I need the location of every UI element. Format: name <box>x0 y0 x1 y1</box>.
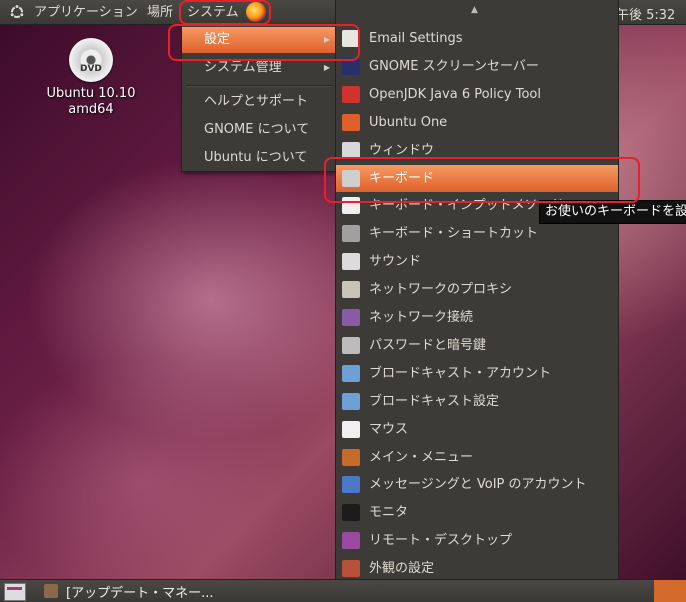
dvd-label-line2: amd64 <box>68 102 114 117</box>
settings-item-label: GNOME スクリーンセーバー <box>369 59 539 74</box>
system-menu-item-about-gnome[interactable]: GNOME について <box>182 117 336 143</box>
settings-item-monitor[interactable]: モニタ <box>336 499 618 526</box>
workspace-switcher[interactable] <box>654 580 686 602</box>
appearance-icon <box>342 560 360 577</box>
settings-item-email-settings[interactable]: Email Settings <box>336 25 618 52</box>
system-menu-item-label: Ubuntu について <box>204 150 308 165</box>
bottom-panel: [アップデート・マネー... <box>0 579 686 602</box>
keyboard-shortcut-icon <box>342 225 360 242</box>
ubuntu-one-icon <box>342 114 360 131</box>
monitor-icon <box>342 504 360 521</box>
settings-item-network-proxy[interactable]: ネットワークのプロキシ <box>336 276 618 303</box>
settings-item-java[interactable]: OpenJDK Java 6 Policy Tool <box>336 81 618 108</box>
messaging-voip-icon <box>342 476 360 493</box>
menu-separator <box>186 85 332 87</box>
network-proxy-icon <box>342 281 360 298</box>
settings-item-label: ブロードキャスト・アカウント <box>369 366 552 381</box>
ubuntu-logo-icon[interactable] <box>9 4 25 20</box>
broadcast-settings-icon <box>342 393 360 410</box>
sound-icon <box>342 253 360 270</box>
highlight-system-menu <box>179 0 271 25</box>
highlight-settings-item <box>168 24 360 61</box>
mouse-icon <box>342 421 360 438</box>
settings-item-label: サウンド <box>369 254 422 269</box>
dvd-label-line1: Ubuntu 10.10 <box>46 86 136 101</box>
broadcast-account-icon <box>342 365 360 382</box>
remote-desktop-icon <box>342 532 360 549</box>
settings-item-label: リモート・デスクトップ <box>369 533 513 548</box>
clock[interactable]: 午後 5:32 <box>616 4 675 23</box>
settings-item-label: モニタ <box>369 505 409 520</box>
keyboard-tooltip: お使いのキーボードを設 <box>539 200 686 224</box>
settings-item-label: メイン・メニュー <box>369 450 474 465</box>
settings-item-label: 外観の設定 <box>369 561 435 576</box>
menu-places[interactable]: 場所 <box>147 4 173 22</box>
desktop-background-strip <box>617 24 686 579</box>
settings-item-label: ネットワークのプロキシ <box>369 282 513 297</box>
settings-item-label: Ubuntu One <box>369 115 448 130</box>
taskbar-button-update-manager[interactable]: [アップデート・マネー... <box>66 582 213 601</box>
settings-item-ubuntu-one[interactable]: Ubuntu One <box>336 109 618 136</box>
settings-item-appearance[interactable]: 外観の設定 <box>336 555 618 582</box>
settings-item-network-connections[interactable]: ネットワーク接続 <box>336 304 618 331</box>
settings-item-broadcast-account[interactable]: ブロードキャスト・アカウント <box>336 360 618 387</box>
dvd-badge: DVD <box>80 64 102 74</box>
scroll-up-arrow-icon[interactable]: ▲ <box>471 5 478 15</box>
settings-item-label: OpenJDK Java 6 Policy Tool <box>369 87 541 102</box>
settings-item-sound[interactable]: サウンド <box>336 248 618 275</box>
system-menu-item-label: システム管理 <box>204 60 282 75</box>
settings-item-keyboard-shortcut[interactable]: キーボード・ショートカット <box>336 220 618 247</box>
settings-item-label: ブロードキャスト設定 <box>369 394 500 409</box>
show-desktop-icon[interactable] <box>4 583 26 601</box>
settings-item-screensaver[interactable]: GNOME スクリーンセーバー <box>336 53 618 80</box>
highlight-keyboard-item <box>324 157 640 203</box>
system-menu-item-about-ubuntu[interactable]: Ubuntu について <box>182 145 336 171</box>
system-menu-item-help[interactable]: ヘルプとサポート <box>182 89 336 115</box>
menu-applications[interactable]: アプリケーション <box>34 4 138 22</box>
system-menu-item-label: GNOME について <box>204 122 310 137</box>
settings-item-label: マウス <box>369 422 409 437</box>
system-menu-item-label: ヘルプとサポート <box>204 94 309 109</box>
settings-item-label: メッセージングと VoIP のアカウント <box>369 477 587 492</box>
settings-item-main-menu[interactable]: メイン・メニュー <box>336 444 618 471</box>
dvd-disc-icon: DVD <box>69 38 113 82</box>
settings-item-label: キーボード・ショートカット <box>369 226 539 241</box>
settings-item-messaging-voip[interactable]: メッセージングと VoIP のアカウント <box>336 471 618 498</box>
passwords-keys-icon <box>342 337 360 354</box>
main-menu-icon <box>342 449 360 466</box>
dvd-label: Ubuntu 10.10 amd64 <box>36 86 146 118</box>
settings-item-label: パスワードと暗号鍵 <box>369 338 487 353</box>
settings-item-label: ネットワーク接続 <box>369 310 474 325</box>
settings-submenu: ▲ Email Settings GNOME スクリーンセーバー OpenJDK J… <box>335 0 619 601</box>
settings-item-remote-desktop[interactable]: リモート・デスクトップ <box>336 527 618 554</box>
network-connections-icon <box>342 309 360 326</box>
settings-item-label: Email Settings <box>369 31 463 46</box>
update-manager-task-icon <box>44 584 58 598</box>
settings-item-mouse[interactable]: マウス <box>336 416 618 443</box>
desktop-dvd-icon[interactable]: DVD Ubuntu 10.10 amd64 <box>36 38 146 118</box>
settings-item-passwords-keys[interactable]: パスワードと暗号鍵 <box>336 332 618 359</box>
java-icon <box>342 86 360 103</box>
settings-item-broadcast-settings[interactable]: ブロードキャスト設定 <box>336 388 618 415</box>
